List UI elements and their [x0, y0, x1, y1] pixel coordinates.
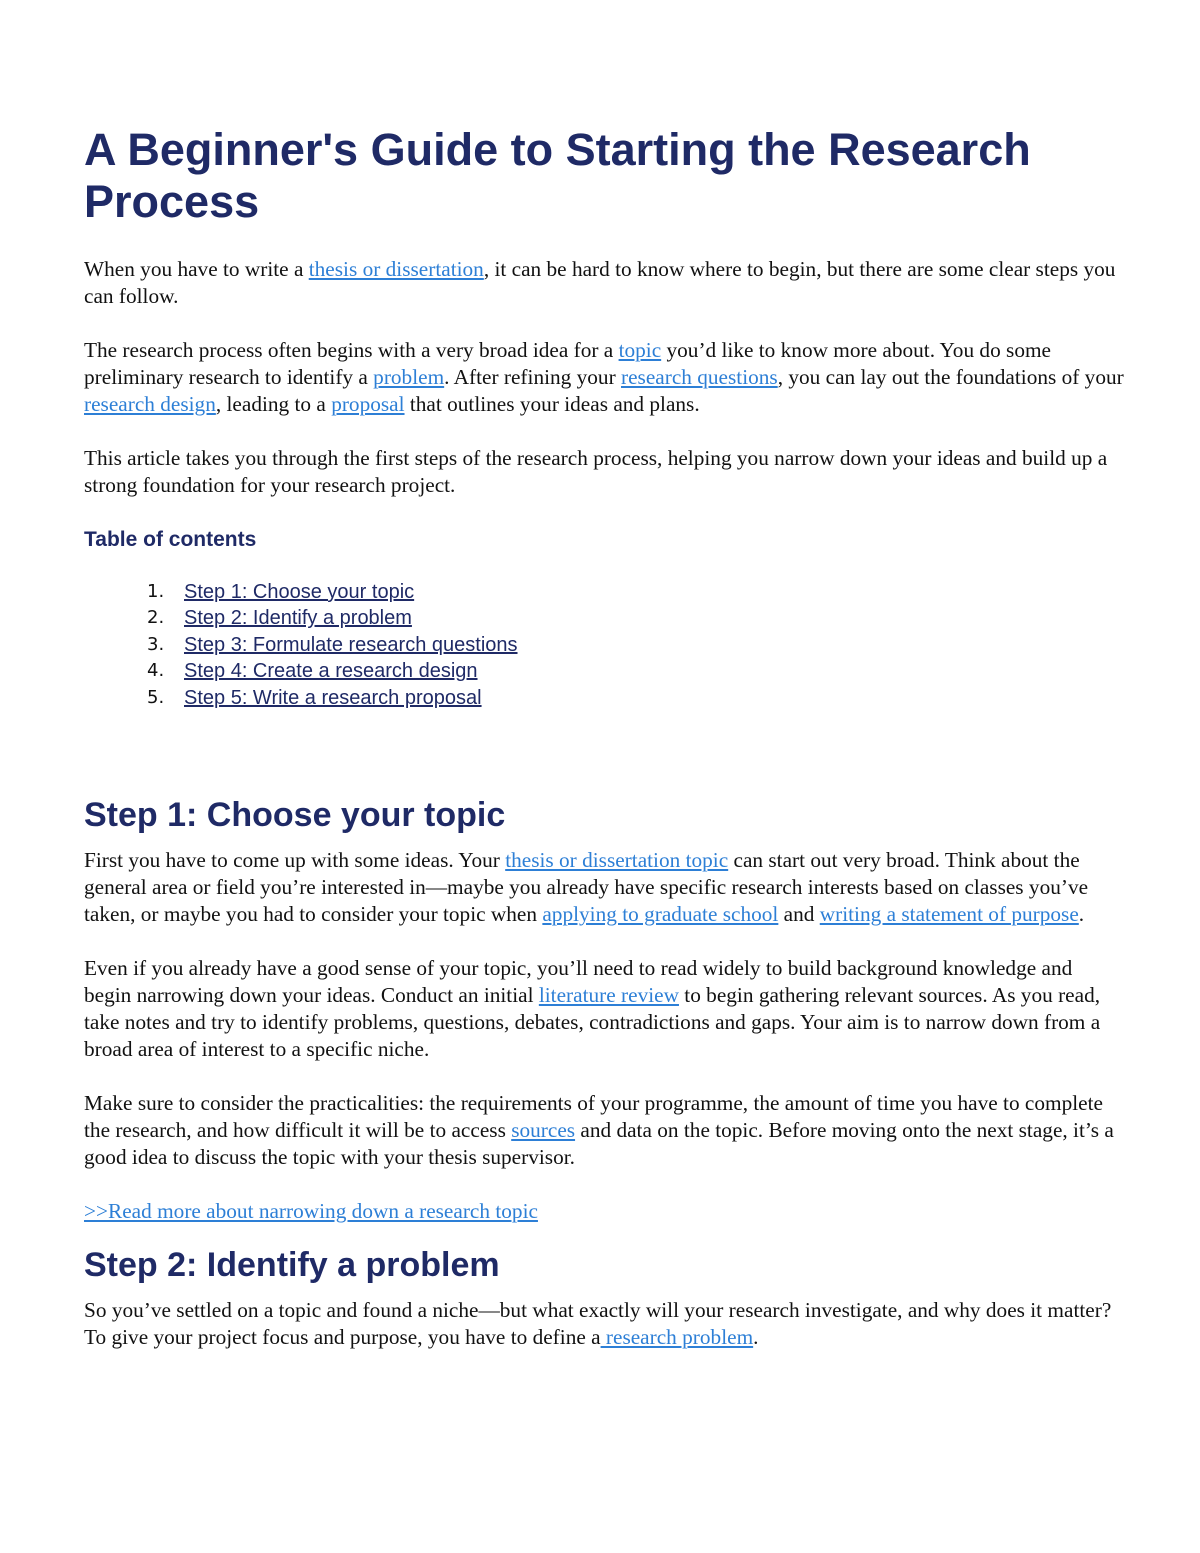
link-sources[interactable]: sources	[511, 1118, 575, 1142]
text: .	[753, 1325, 759, 1350]
text: So you’ve settled on a topic and found a…	[84, 1298, 1112, 1350]
toc-number: 1.	[147, 581, 165, 602]
toc-number: 2.	[147, 607, 165, 629]
step-1-paragraph-2: Even if you already have a good sense of…	[84, 955, 1124, 1063]
toc-number: 5.	[147, 686, 165, 708]
read-more-link[interactable]: >>Read more about narrowing down a resea…	[84, 1199, 538, 1223]
step-2-paragraph-1: So you’ve settled on a topic and found a…	[84, 1297, 1124, 1351]
intro-paragraph-1: When you have to write a thesis or disse…	[84, 256, 1124, 310]
link-problem[interactable]: problem	[373, 365, 444, 389]
toc-item: 4. Step 4: Create a research design	[84, 658, 1124, 684]
text: First you have to come up with some idea…	[84, 848, 506, 873]
toc-item: 2. Step 2: Identify a problem	[84, 605, 1124, 631]
link-literature-review[interactable]: literature review	[539, 983, 679, 1007]
text: that outlines your ideas and plans.	[404, 392, 700, 416]
link-applying-to-graduate-school[interactable]: applying to graduate school	[542, 902, 778, 926]
toc-item: 3. Step 3: Formulate research questions	[84, 632, 1124, 658]
toc-heading: Table of contents	[84, 528, 257, 551]
text: , leading to a	[215, 392, 332, 416]
step-1-heading: Step 1: Choose your topic	[84, 796, 506, 835]
table-of-contents: 1. Step 1: Choose your topic 2. Step 2: Id…	[84, 579, 1124, 711]
link-research-design[interactable]: research design	[84, 392, 216, 416]
toc-link-step-3[interactable]: Step 3: Formulate research questions	[184, 634, 518, 656]
step-1-paragraph-3: Make sure to consider the practicalities…	[84, 1090, 1124, 1171]
read-more-paragraph: >>Read more about narrowing down a resea…	[84, 1198, 1124, 1225]
text: .	[1078, 902, 1085, 927]
link-thesis-topic[interactable]: thesis or dissertation topic	[505, 848, 728, 872]
toc-link-step-2[interactable]: Step 2: Identify a problem	[184, 607, 412, 629]
page-title: A Beginner's Guide to Starting the Resea…	[84, 124, 1031, 227]
toc-item: 5. Step 5: Write a research proposal	[84, 685, 1124, 711]
step-1-paragraph-1: First you have to come up with some idea…	[84, 847, 1124, 928]
text: . After refining your	[444, 365, 621, 389]
toc-number: 3.	[147, 633, 165, 655]
link-research-questions[interactable]: research questions	[621, 365, 778, 389]
text: , you can lay out the foundations of you…	[777, 365, 1124, 389]
intro-paragraph-3: This article takes you through the first…	[84, 446, 1108, 497]
toc-link-step-1[interactable]: Step 1: Choose your topic	[184, 581, 414, 603]
text: The research process often begins with a…	[84, 338, 619, 362]
toc-item: 1. Step 1: Choose your topic	[84, 579, 1124, 605]
intro-paragraph-2: The research process often begins with a…	[84, 337, 1124, 418]
toc-link-step-4[interactable]: Step 4: Create a research design	[184, 660, 478, 682]
document-page: A Beginner's Guide to Starting the Resea…	[84, 124, 1124, 1378]
link-proposal[interactable]: proposal	[331, 392, 404, 416]
link-statement-of-purpose[interactable]: writing a statement of purpose	[820, 902, 1079, 926]
link-thesis-or-dissertation[interactable]: thesis or dissertation	[309, 257, 484, 281]
text: and	[778, 902, 820, 927]
link-topic[interactable]: topic	[619, 338, 662, 362]
toc-link-step-5[interactable]: Step 5: Write a research proposal	[184, 687, 482, 709]
link-research-problem[interactable]: research problem	[601, 1325, 753, 1349]
step-2-heading: Step 2: Identify a problem	[84, 1246, 500, 1285]
text: When you have to write a	[84, 257, 309, 281]
toc-number: 4.	[147, 660, 165, 682]
